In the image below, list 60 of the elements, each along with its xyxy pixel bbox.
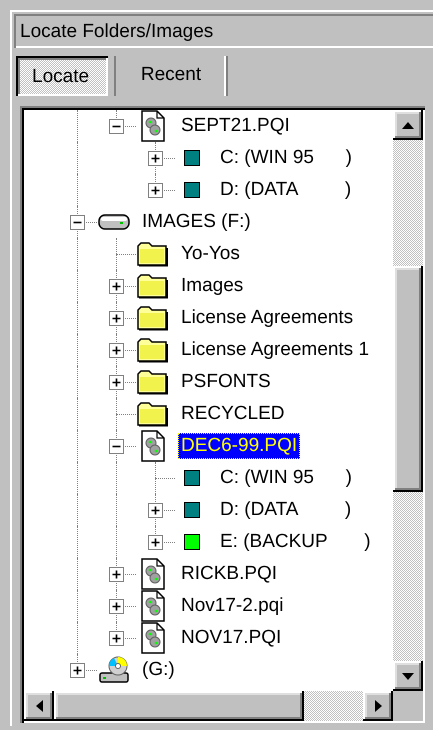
collapse-button[interactable] bbox=[109, 119, 124, 134]
scrollbar-thumb[interactable] bbox=[54, 691, 304, 721]
expand-button[interactable] bbox=[148, 183, 163, 198]
expand-button[interactable] bbox=[109, 631, 124, 646]
vertical-scrollbar[interactable] bbox=[393, 110, 423, 691]
folder-icon bbox=[137, 273, 169, 299]
expand-button[interactable] bbox=[148, 503, 163, 518]
tree-item[interactable]: License Agreements 1 bbox=[178, 337, 372, 363]
arrow-left-icon bbox=[36, 700, 42, 712]
scroll-right-button[interactable] bbox=[363, 691, 393, 721]
expand-button[interactable] bbox=[109, 375, 124, 390]
tree-item[interactable]: RICKB.PQI bbox=[178, 561, 280, 587]
expand-button[interactable] bbox=[109, 567, 124, 582]
tab[interactable]: Locate bbox=[16, 56, 108, 96]
expand-button[interactable] bbox=[109, 279, 124, 294]
folder-icon bbox=[137, 401, 169, 427]
tree-item[interactable]: E: (BACKUP ) bbox=[217, 529, 374, 555]
folder-icon bbox=[137, 369, 169, 395]
collapse-button[interactable] bbox=[70, 215, 85, 230]
arrow-down-icon bbox=[402, 672, 414, 680]
image-file-icon bbox=[140, 430, 166, 462]
scroll-up-button[interactable] bbox=[393, 110, 423, 140]
tree-item[interactable]: IMAGES (F:) bbox=[139, 209, 254, 235]
image-file-icon bbox=[140, 558, 166, 590]
tree-item[interactable]: C: (WIN 95 ) bbox=[217, 465, 355, 491]
tree-item[interactable]: Images bbox=[178, 273, 246, 299]
folder-icon bbox=[137, 337, 169, 363]
panel-title: Locate Folders/Images bbox=[14, 14, 433, 48]
tree-item[interactable]: DEC6-99.PQI bbox=[178, 433, 300, 459]
scroll-down-button[interactable] bbox=[393, 661, 423, 691]
folder-icon bbox=[137, 305, 169, 331]
expand-button[interactable] bbox=[70, 663, 85, 678]
tree-item[interactable]: D: (DATA ) bbox=[217, 497, 354, 523]
tree-item[interactable]: C: (WIN 95 ) bbox=[217, 145, 355, 171]
image-file-icon bbox=[140, 622, 166, 654]
tree-item[interactable]: Nov17-2.pqi bbox=[178, 593, 286, 619]
folder-icon bbox=[137, 241, 169, 267]
expand-button[interactable] bbox=[109, 311, 124, 326]
tree-item[interactable]: RECYCLED bbox=[178, 401, 288, 427]
tab[interactable]: Recent bbox=[114, 56, 228, 96]
tree-item[interactable]: Yo-Yos bbox=[178, 241, 243, 267]
tree-item[interactable]: NOV17.PQI bbox=[178, 625, 284, 651]
expand-button[interactable] bbox=[148, 535, 163, 550]
image-file-icon bbox=[140, 590, 166, 622]
horizontal-scrollbar[interactable] bbox=[24, 691, 393, 721]
tree-item[interactable]: License Agreements bbox=[178, 305, 356, 331]
collapse-button[interactable] bbox=[109, 439, 124, 454]
expand-button[interactable] bbox=[148, 151, 163, 166]
cd-drive-icon bbox=[98, 656, 130, 684]
expand-button[interactable] bbox=[109, 599, 124, 614]
scrollbar-thumb[interactable] bbox=[393, 266, 423, 492]
expand-button[interactable] bbox=[109, 343, 124, 358]
arrow-up-icon bbox=[402, 122, 414, 128]
tree-item[interactable]: SEPT21.PQI bbox=[178, 113, 293, 139]
tree-item[interactable]: D: (DATA ) bbox=[217, 177, 354, 203]
tree-item[interactable]: (G:) bbox=[139, 657, 178, 683]
scroll-left-button[interactable] bbox=[24, 691, 54, 721]
tree-item[interactable]: PSFONTS bbox=[178, 369, 274, 395]
arrow-right-icon bbox=[374, 700, 382, 712]
drive-icon bbox=[98, 213, 130, 231]
